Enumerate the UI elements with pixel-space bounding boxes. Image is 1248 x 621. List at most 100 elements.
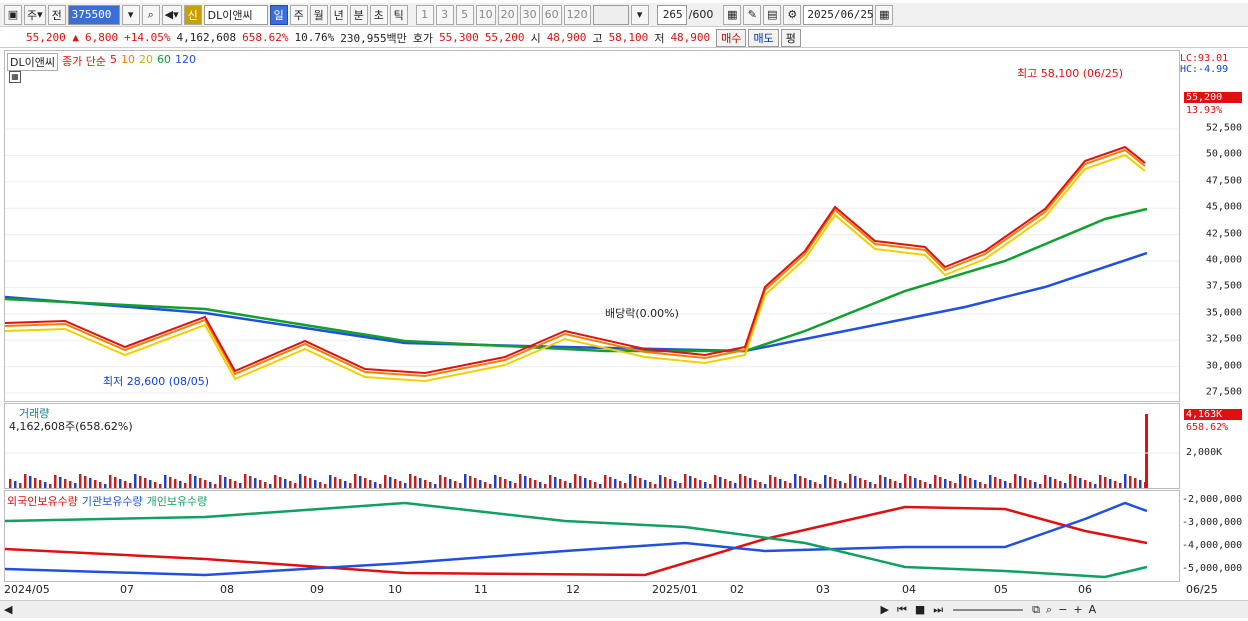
volume-panel[interactable]: 거래량 4,162,608주(658.62%) (4, 403, 1180, 489)
volume-bar (564, 481, 567, 488)
volume-bar (329, 475, 332, 488)
volume-bar (454, 481, 457, 488)
buy-button[interactable]: 매수 (716, 28, 747, 47)
interval-10[interactable]: 10 (475, 4, 496, 25)
date-input[interactable]: 2025/06/25 (803, 4, 874, 25)
volume-bar (304, 476, 307, 488)
stock-code-input[interactable]: 375500 (67, 4, 120, 25)
volume-bar (279, 477, 282, 488)
play-icon[interactable]: ▶ (880, 603, 888, 616)
volume-bar (229, 479, 232, 488)
window-icon[interactable]: ▣ (4, 4, 22, 25)
interval-20[interactable]: 20 (497, 4, 518, 25)
calendar-icon[interactable]: ▦ (875, 4, 894, 25)
period-tick-tab[interactable]: 틱 (389, 4, 408, 25)
price-tick-label: 47,500 (1205, 175, 1242, 187)
scroll-track[interactable] (16, 605, 876, 615)
bar-count-input[interactable]: 265 (656, 4, 687, 25)
volume-bar (919, 480, 922, 488)
zoom-in-icon[interactable]: + (1073, 603, 1082, 616)
code-dropdown-icon[interactable]: ▾ (121, 4, 140, 25)
stop-icon[interactable]: ■ (915, 603, 925, 616)
zoom-out-icon[interactable]: − (1058, 603, 1067, 616)
save-icon[interactable]: ▤ (763, 4, 782, 25)
gear-icon[interactable]: ⚙ (783, 4, 802, 25)
sell-button[interactable]: 매도 (748, 28, 779, 47)
chart-scrollbar[interactable]: ◀ ▶ ⏮ ■ ⏭ ⧉ ⌕ − + A (0, 600, 1248, 618)
speaker-icon[interactable]: ◀▾ (161, 4, 182, 25)
drawing-icon[interactable]: ✎ (743, 4, 762, 25)
volume-bar (999, 479, 1002, 488)
x-axis-label: 07 (120, 583, 134, 596)
volume-bar (609, 477, 612, 488)
volume-bar (189, 474, 192, 488)
search-icon[interactable]: ⌕ (141, 4, 160, 25)
volume-bar (1134, 478, 1137, 488)
volume-bar (769, 475, 772, 488)
forward-icon[interactable]: ⏭ (933, 603, 943, 617)
scroll-left-icon[interactable]: ◀ (4, 603, 12, 616)
interval-3[interactable]: 3 (435, 4, 454, 25)
price-axis: LC:93.01 HC:-4.99 55,200 13.93% 52,500 50… (1180, 50, 1248, 402)
volume-bar (379, 484, 382, 488)
price-chart-panel[interactable]: DL이앤씨 종가 단순 5 10 20 60 120 ▦ 최고 58,100 (… (4, 50, 1180, 402)
volume-bar (584, 478, 587, 488)
volume-bar (814, 482, 817, 488)
avg-button[interactable]: 평 (780, 28, 801, 47)
volume-bar (314, 480, 317, 488)
period-month-tab[interactable]: 월 (309, 4, 328, 25)
chart-toolbar: ▣ 주 ▾ 전 375500 ▾ ⌕ ◀▾ 신 DL이앤씨 일 주 월 년 분 초… (0, 3, 1248, 27)
interval-5[interactable]: 5 (455, 4, 474, 25)
holder-legend: 외국인보유수량 기관보유수량 개인보유수량 (7, 493, 207, 509)
volume-bar (909, 476, 912, 488)
chart-type-label: 주 (27, 8, 38, 22)
period-second-tab[interactable]: 초 (369, 4, 388, 25)
interval-120[interactable]: 120 (563, 4, 591, 25)
low-label: 저 (654, 31, 665, 45)
volume-bar (44, 482, 47, 488)
font-icon[interactable]: A (1089, 603, 1097, 616)
volume-bar (844, 483, 847, 488)
volume-bar (879, 475, 882, 488)
x-axis-label: 03 (816, 583, 830, 596)
rewind-icon[interactable]: ⏮ (897, 603, 907, 617)
volume-bar (334, 477, 337, 488)
volume-bar (574, 474, 577, 488)
zoom-icon[interactable]: ⌕ (1046, 603, 1052, 617)
volume-bar (114, 477, 117, 488)
interval-1[interactable]: 1 (415, 4, 434, 25)
indicator-icon[interactable]: ▦ (723, 4, 742, 25)
volume-bar (864, 480, 867, 488)
period-year-tab[interactable]: 년 (329, 4, 348, 25)
period-day-tab[interactable]: 일 (269, 4, 288, 25)
layout-icon[interactable]: ⧉ (1032, 603, 1040, 617)
volume-bar (489, 484, 492, 488)
holder-panel[interactable]: 외국인보유수량 기관보유수량 개인보유수량 (4, 490, 1180, 582)
interval-60[interactable]: 60 (541, 4, 562, 25)
volume-bar (979, 482, 982, 488)
interval-custom-input[interactable] (592, 4, 629, 25)
zoom-slider[interactable] (953, 608, 1024, 611)
volume-bar (1094, 484, 1097, 488)
volume-bar (1004, 481, 1007, 488)
period-week-tab[interactable]: 주 (289, 4, 308, 25)
volume-bar (944, 479, 947, 488)
volume-bar (1049, 477, 1052, 488)
volume-bar (889, 479, 892, 488)
volume-bar (274, 475, 277, 488)
volume-bar (399, 481, 402, 488)
interval-30[interactable]: 30 (519, 4, 540, 25)
chart-type-select[interactable]: 주 ▾ (24, 4, 46, 25)
price-tick-label: 50,000 (1205, 148, 1242, 160)
period-mode-button[interactable]: 전 (47, 4, 66, 25)
volume-bar (319, 482, 322, 488)
volume-bar (39, 480, 42, 488)
volume-bar (819, 484, 822, 488)
volume-bar (539, 482, 542, 488)
period-minute-tab[interactable]: 분 (349, 4, 368, 25)
table-icon[interactable]: ▦ (9, 71, 21, 83)
interval-dropdown-icon[interactable]: ▾ (630, 4, 649, 25)
credit-flag-badge: 신 (183, 4, 202, 25)
dividend-annotation: 배당락(0.00%) (605, 307, 679, 320)
volume-bar (129, 483, 132, 488)
